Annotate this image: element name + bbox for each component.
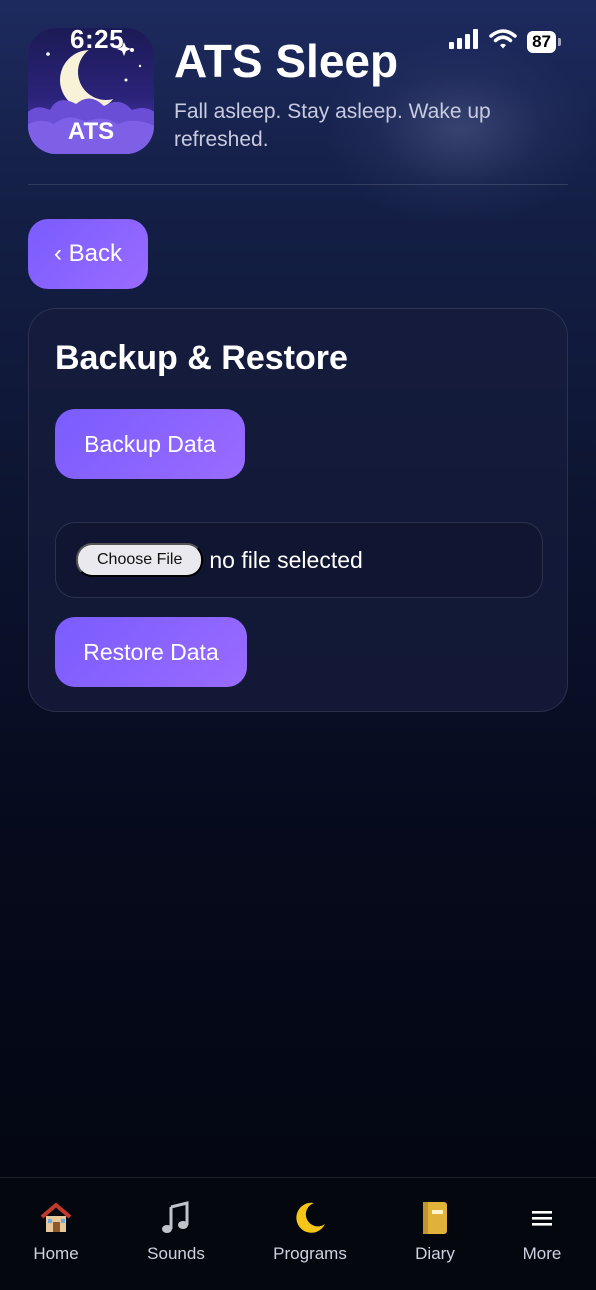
app-subtitle: Fall asleep. Stay asleep. Wake up refres…	[174, 100, 491, 151]
notebook-icon	[420, 1198, 450, 1238]
nav-label-programs: Programs	[273, 1244, 347, 1263]
music-note-icon	[159, 1198, 193, 1238]
house-icon	[39, 1198, 73, 1238]
file-status-label: no file selected	[209, 546, 363, 573]
app-icon-label: ATS	[67, 118, 115, 145]
menu-icon	[531, 1198, 553, 1238]
card-title: Backup & Restore	[55, 339, 348, 377]
nav-item-diary[interactable]: Diary	[375, 1198, 495, 1264]
nav-item-more[interactable]: More	[482, 1198, 596, 1264]
back-button[interactable]: ‹ Back	[28, 219, 148, 289]
nav-label-home: Home	[33, 1244, 79, 1263]
bottom-navigation: Home Sounds Programs Diary More	[0, 1177, 596, 1290]
crescent-moon-icon	[292, 1198, 328, 1238]
file-input-field[interactable]: Choose File no file selected	[55, 522, 543, 598]
backup-data-button[interactable]: Backup Data	[55, 409, 245, 479]
choose-file-button[interactable]: Choose File	[76, 543, 204, 577]
nav-item-programs[interactable]: Programs	[250, 1198, 370, 1264]
header-divider	[28, 184, 568, 185]
status-time: 6:25	[70, 24, 125, 54]
battery-indicator: 87	[527, 30, 561, 53]
nav-item-sounds[interactable]: Sounds	[116, 1198, 236, 1264]
nav-item-home[interactable]: Home	[0, 1198, 116, 1264]
nav-label-sounds: Sounds	[147, 1244, 205, 1263]
app-title: ATS Sleep	[174, 35, 399, 87]
backup-restore-card: Backup & Restore Backup Data Choose File…	[28, 308, 568, 712]
restore-data-button[interactable]: Restore Data	[55, 617, 247, 687]
wifi-icon	[489, 28, 517, 55]
nav-label-more: More	[522, 1244, 562, 1263]
status-icons: 87	[449, 28, 561, 55]
signal-icon	[449, 29, 479, 54]
nav-label-diary: Diary	[415, 1244, 455, 1263]
